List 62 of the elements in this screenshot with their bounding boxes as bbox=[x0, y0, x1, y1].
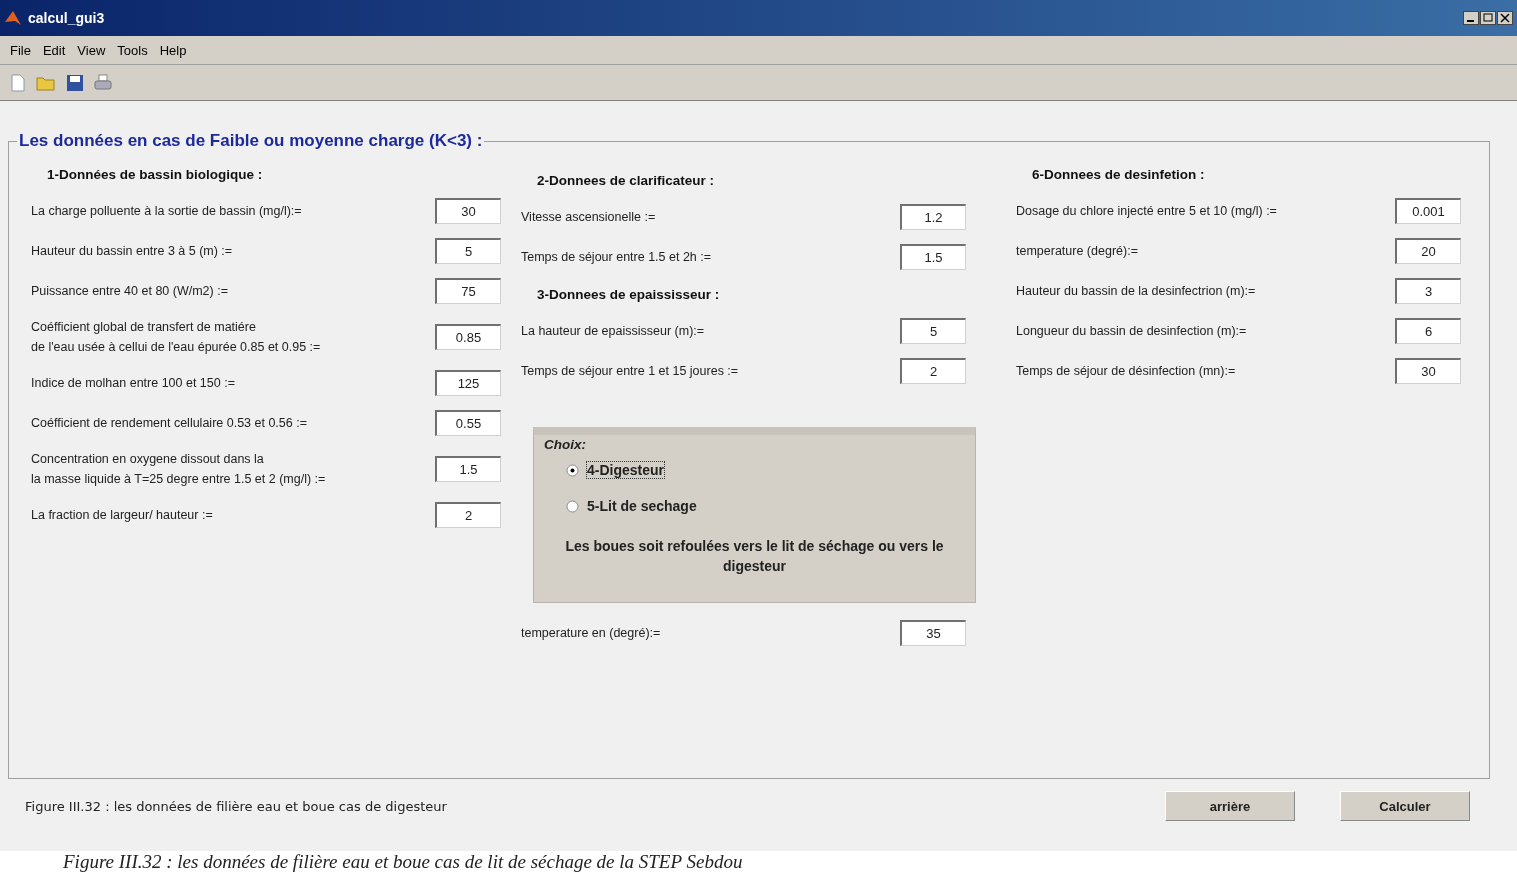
menu-item[interactable]: Help bbox=[155, 42, 191, 58]
input-field[interactable]: 2 bbox=[900, 358, 966, 384]
input-field[interactable]: 1.2 bbox=[900, 204, 966, 230]
minimize-icon[interactable] bbox=[1463, 11, 1479, 25]
field-label: Indice de molhan entre 100 et 150 := bbox=[31, 375, 235, 392]
input-field[interactable]: 0.55 bbox=[435, 410, 501, 436]
app-logo-icon bbox=[4, 9, 22, 27]
radio-button[interactable] bbox=[566, 499, 579, 513]
option-label[interactable]: 5-Lit de sechage bbox=[587, 498, 697, 514]
input-field[interactable]: 35 bbox=[900, 620, 966, 646]
input-field[interactable]: 30 bbox=[435, 198, 501, 224]
window-title: calcul_gui3 bbox=[28, 10, 106, 26]
field-label: Dosage du chlore injecté entre 5 et 10 (mg/l) := bbox=[1016, 203, 1277, 220]
menu-item[interactable]: View bbox=[73, 42, 110, 58]
close-icon[interactable] bbox=[1497, 11, 1513, 25]
field-label: Concentration en oxygene dissout dans la la masse liquide à T=25 degre entre 1.5 et 2 (mg/l) := bbox=[31, 451, 326, 488]
maximize-icon[interactable] bbox=[1480, 11, 1496, 25]
printer-icon[interactable] bbox=[94, 73, 112, 92]
action-button[interactable]: arrière bbox=[1165, 791, 1295, 821]
input-field[interactable]: 75 bbox=[435, 278, 501, 304]
section-heading: 2-Donnees de clarificateur : bbox=[537, 172, 715, 188]
input-field[interactable]: 6 bbox=[1395, 318, 1461, 344]
panel-title: Les données en cas de Faible ou moyenne charge (K<3) : bbox=[18, 131, 484, 151]
section-heading: 6-Donnees de desinfetion : bbox=[1032, 166, 1205, 182]
field-label: Temps de séjour entre 1.5 et 2h := bbox=[521, 249, 712, 266]
input-field[interactable]: 3 bbox=[1395, 278, 1461, 304]
menu-item[interactable]: Tools bbox=[113, 42, 152, 58]
field-label: Vitesse ascensionelle := bbox=[521, 209, 656, 226]
input-field[interactable]: 0.85 bbox=[435, 324, 501, 350]
menu-item[interactable]: File bbox=[6, 42, 35, 58]
input-field[interactable]: 1.5 bbox=[900, 244, 966, 270]
field-label: La charge polluente à la sortie de bassin (mg/l):= bbox=[31, 203, 302, 220]
field-label: Hauteur du bassin de la desinfectrion (m):= bbox=[1016, 283, 1256, 300]
section-heading: 1-Données de bassin biologique : bbox=[47, 166, 263, 182]
note-text: Les boues soit refoulées vers le lit de séchage ou vers le digesteur bbox=[564, 537, 945, 576]
figure-caption: Figure III.32 : les données de filière eau et boue cas de lit de séchage de la STEP Sebdou bbox=[0, 851, 1517, 875]
radio-button[interactable] bbox=[566, 463, 579, 477]
group-title: Choix: bbox=[544, 437, 587, 452]
field-label: Puissance entre 40 et 80 (W/m2) := bbox=[31, 283, 228, 300]
menu-item[interactable]: Edit bbox=[38, 42, 70, 58]
input-field[interactable]: 125 bbox=[435, 370, 501, 396]
input-field[interactable]: 30 bbox=[1395, 358, 1461, 384]
input-field[interactable]: 0.001 bbox=[1395, 198, 1461, 224]
input-field[interactable]: 5 bbox=[435, 238, 501, 264]
input-field[interactable]: 5 bbox=[900, 318, 966, 344]
action-button[interactable]: Calculer bbox=[1340, 791, 1470, 821]
field-label: temperature (degré):= bbox=[1016, 243, 1138, 260]
option-label[interactable]: 4-Digesteur bbox=[587, 462, 665, 478]
figure-note: Figure III.32 : les données de filière eau et boue cas de digesteur bbox=[25, 798, 448, 814]
input-field[interactable]: 1.5 bbox=[435, 456, 501, 482]
field-label: Hauteur du bassin entre 3 à 5 (m) := bbox=[31, 243, 233, 260]
field-label: La fraction de largeur/ hauteur := bbox=[31, 507, 213, 524]
input-field[interactable]: 20 bbox=[1395, 238, 1461, 264]
section-heading: 3-Donnees de epaississeur : bbox=[537, 286, 720, 302]
input-field[interactable]: 2 bbox=[435, 502, 501, 528]
field-label: Coéfficient global de transfert de matiére de l'eau usée à cellui de l'eau épurée 0.85 et 0.95 := bbox=[31, 319, 321, 356]
field-label: Coéfficient de rendement cellulaire 0.53 et 0.56 := bbox=[31, 415, 307, 432]
field-label: Longueur du bassin de desinfection (m):= bbox=[1016, 323, 1247, 340]
field-label: temperature en (degré):= bbox=[521, 625, 661, 642]
field-label: Temps de séjour entre 1 et 15 joures := bbox=[521, 363, 739, 380]
field-label: La hauteur de epaississeur (m):= bbox=[521, 323, 705, 340]
field-label: Temps de séjour de désinfection (mn):= bbox=[1016, 363, 1236, 380]
